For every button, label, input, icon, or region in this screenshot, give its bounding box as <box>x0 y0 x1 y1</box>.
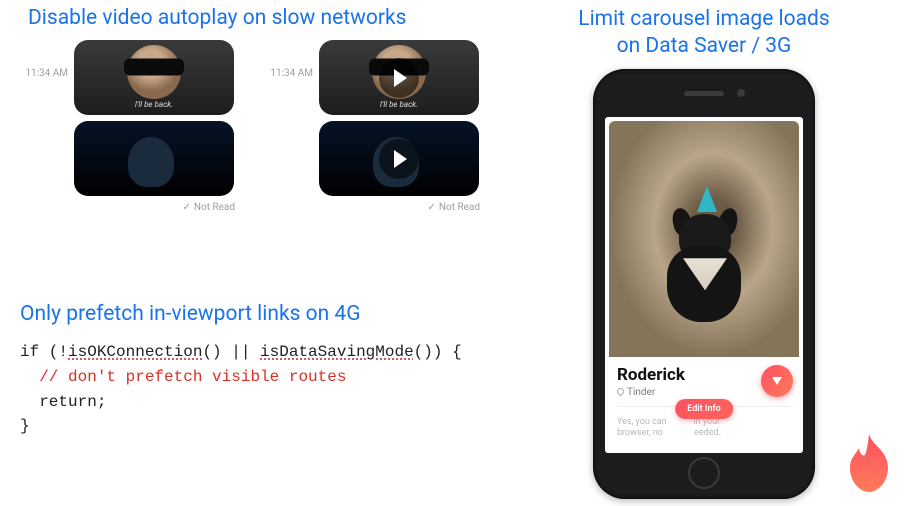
chat-col-playing: 11:34 AM I'll be back. ✓Not Read <box>24 40 239 213</box>
video-bubble-paused-1[interactable]: I'll be back. <box>319 40 479 115</box>
timestamp: 11:34 AM <box>24 68 68 79</box>
phone-screen: Roderick Tinder Yes, you can in your bro… <box>605 117 803 453</box>
phone-home-button[interactable] <box>688 457 720 489</box>
heading-carousel: Limit carousel image loads on Data Saver… <box>524 6 884 61</box>
dog-image <box>649 202 759 322</box>
check-icon: ✓ <box>427 202 435 213</box>
section-video-autoplay: Disable video autoplay on slow networks … <box>20 6 510 213</box>
profile-photo[interactable] <box>609 121 799 357</box>
video-bubble-playing-1: I'll be back. <box>74 40 234 115</box>
bubble-stack: I'll be back. <box>319 40 479 196</box>
section-prefetch: Only prefetch in-viewport links on 4G if… <box>20 302 510 439</box>
message-row: 11:34 AM I'll be back. <box>24 40 239 196</box>
profile-prompt-text: Yes, you can in your browser, no eeded. <box>605 417 803 440</box>
code-comment: // don't prefetch visible routes <box>20 368 346 386</box>
check-icon: ✓ <box>182 202 190 213</box>
phone-camera <box>737 89 745 97</box>
video-caption: I'll be back. <box>74 100 234 109</box>
heading-prefetch: Only prefetch in-viewport links on 4G <box>20 302 510 326</box>
edit-info-button[interactable]: Edit Info <box>675 399 733 419</box>
play-icon[interactable] <box>379 139 419 179</box>
profile-name: Roderick <box>617 365 791 385</box>
chat-demo: 11:34 AM I'll be back. ✓Not Read 11:34 A… <box>24 40 510 213</box>
timestamp: 11:34 AM <box>269 68 313 79</box>
video-bubble-paused-2[interactable] <box>319 121 479 196</box>
phone-speaker <box>684 91 724 96</box>
tinder-flame-icon <box>844 434 894 492</box>
location-pin-icon <box>616 387 626 397</box>
read-status: ✓Not Read <box>24 202 239 213</box>
heading-autoplay: Disable video autoplay on slow networks <box>28 6 510 30</box>
message-row: 11:34 AM I'll be back. <box>269 40 484 196</box>
video-caption: I'll be back. <box>319 100 479 109</box>
phone-device-frame: Roderick Tinder Yes, you can in your bro… <box>593 69 815 499</box>
section-carousel-limit: Limit carousel image loads on Data Saver… <box>524 6 884 499</box>
video-bubble-playing-2 <box>74 121 234 196</box>
bubble-stack: I'll be back. <box>74 40 234 196</box>
profile-subtitle: Tinder <box>617 387 791 398</box>
code-block: if (!isOKConnection() || isDataSavingMod… <box>20 340 510 439</box>
read-status: ✓Not Read <box>269 202 484 213</box>
chat-col-paused: 11:34 AM I'll be back. ✓Not Read <box>269 40 484 213</box>
play-icon[interactable] <box>379 58 419 98</box>
